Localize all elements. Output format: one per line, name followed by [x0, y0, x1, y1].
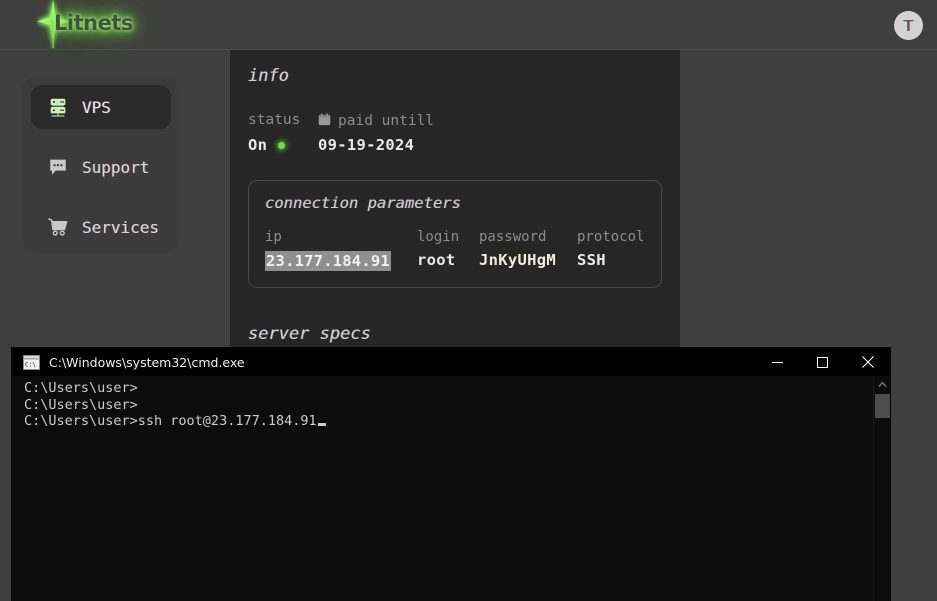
app-root: Litnets T VPS Support Services info stat… — [0, 0, 937, 601]
cmd-console-icon: C:\ — [23, 354, 40, 370]
terminal-line-text: C:\Users\user>ssh root@23.177.184.91 — [24, 413, 317, 429]
login-label: login — [417, 229, 460, 245]
shopping-cart-icon — [48, 218, 68, 236]
status-value-wrap: On — [248, 136, 318, 154]
password-label: password — [479, 229, 547, 245]
terminal-scrollbar[interactable] — [873, 376, 890, 601]
connection-parameters-card: connection parameters ip login password … — [248, 180, 662, 288]
paid-until-value: 09-19-2024 — [318, 136, 415, 154]
paid-until-label: paid untill — [338, 113, 435, 129]
svg-text:C:\: C:\ — [25, 361, 36, 368]
cmd-titlebar[interactable]: C:\ C:\Windows\system32\cmd.exe — [12, 348, 890, 376]
scroll-up-button[interactable] — [874, 376, 891, 392]
info-labels-row: status paid untill — [248, 110, 662, 130]
cmd-title-text: C:\Windows\system32\cmd.exe — [49, 354, 245, 370]
scrollbar-thumb[interactable] — [874, 394, 890, 418]
top-header: Litnets T — [0, 0, 937, 50]
info-values-row: On 09-19-2024 — [248, 136, 662, 154]
chat-bubble-icon — [50, 159, 66, 175]
avatar-letter: T — [903, 16, 914, 35]
close-icon — [861, 356, 874, 368]
calendar-icon — [318, 113, 331, 126]
avatar[interactable]: T — [894, 11, 923, 40]
info-block: status paid untill On 09-19-2024 — [248, 110, 662, 155]
server-rack-icon — [50, 98, 66, 117]
status-indicator-dot — [278, 141, 286, 149]
chevron-up-icon — [878, 381, 887, 387]
password-value[interactable]: JnKyUHgM — [479, 251, 577, 271]
connection-parameters-grid: ip login password protocol 23.177.184.91… — [265, 229, 645, 271]
close-button[interactable] — [845, 348, 890, 376]
terminal-line: C:\Users\user> — [24, 380, 138, 396]
terminal-cursor — [317, 423, 326, 426]
ip-value-wrap[interactable]: 23.177.184.91 — [265, 251, 417, 271]
maximize-button[interactable] — [800, 348, 845, 376]
minimize-icon — [772, 361, 783, 363]
cmd-window: C:\ C:\Windows\system32\cmd.exe C:\Users… — [12, 348, 890, 601]
sidebar-item-label: Services — [82, 217, 160, 237]
server-specs-title: server specs — [248, 324, 371, 344]
minimize-button[interactable] — [755, 348, 800, 376]
sidebar: VPS Support Services — [22, 76, 180, 253]
sidebar-item-label: Support — [82, 157, 150, 177]
cmd-window-controls — [755, 348, 890, 376]
info-section-title: info — [248, 66, 289, 86]
cmd-terminal-body[interactable]: C:\Users\user> C:\Users\user> C:\Users\u… — [12, 376, 890, 601]
ip-value[interactable]: 23.177.184.91 — [265, 251, 391, 271]
protocol-value: SSH — [577, 251, 606, 269]
protocol-label: protocol — [577, 229, 645, 245]
brand-logo[interactable]: Litnets — [28, 0, 148, 50]
ip-label: ip — [265, 229, 282, 245]
sidebar-item-vps[interactable]: VPS — [31, 85, 171, 129]
connection-parameters-title: connection parameters — [265, 194, 461, 212]
status-value: On — [248, 136, 268, 154]
terminal-line: C:\Users\user>ssh root@23.177.184.91 — [24, 413, 890, 430]
terminal-line: C:\Users\user> — [24, 396, 138, 413]
status-label: status — [248, 111, 301, 128]
paid-until-label-wrap: paid untill — [318, 110, 434, 129]
sidebar-item-services[interactable]: Services — [31, 205, 171, 249]
login-value[interactable]: root — [417, 251, 479, 271]
brand-name: Litnets — [54, 11, 133, 35]
sidebar-item-label: VPS — [82, 97, 111, 117]
sidebar-item-support[interactable]: Support — [31, 145, 171, 189]
maximize-icon — [817, 356, 828, 368]
